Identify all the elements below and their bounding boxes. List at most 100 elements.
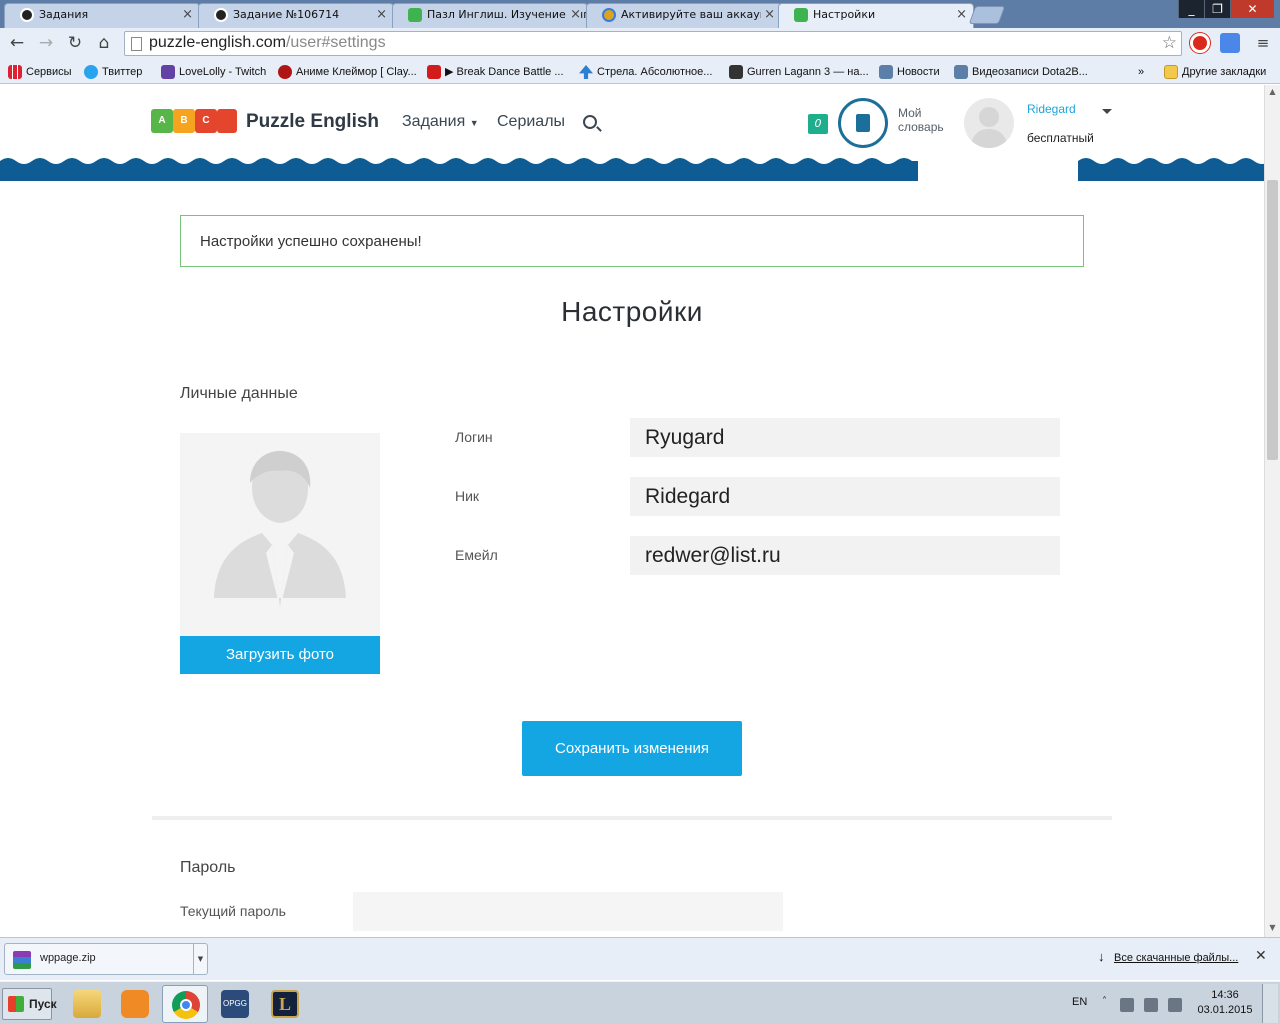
logo-piece-a: A [151, 109, 173, 133]
search-icon[interactable] [583, 115, 597, 129]
page-icon [131, 37, 142, 51]
address-bar[interactable]: puzzle-english.com/user#settings ☆ [124, 31, 1182, 56]
address-url: puzzle-english.com/user#settings [149, 34, 386, 51]
success-alert: Настройки успешно сохранены! [180, 215, 1084, 267]
close-icon[interactable]: × [761, 7, 775, 22]
bookmark-services[interactable]: Сервисы [8, 63, 72, 81]
minimize-icon[interactable]: _ [1178, 0, 1204, 18]
taskbar-opgg[interactable]: OPGG [212, 985, 258, 1023]
logo-piece-d [217, 109, 237, 133]
folder-icon [1164, 65, 1178, 79]
close-icon[interactable]: ✕ [1255, 948, 1267, 964]
save-changes-button[interactable]: Сохранить изменения [522, 721, 742, 776]
dictionary-count-badge: 0 [808, 114, 828, 134]
close-icon[interactable]: × [567, 7, 581, 22]
maximize-icon[interactable]: ❐ [1204, 0, 1230, 18]
window-close-icon[interactable]: ✕ [1230, 0, 1274, 18]
download-item[interactable]: wppage.zip ▼ [4, 943, 208, 975]
system-clock[interactable]: 14:36 03.01.2015 [1195, 988, 1255, 1018]
volume-icon[interactable] [1168, 998, 1182, 1012]
scrollbar-thumb[interactable] [1267, 180, 1278, 460]
upload-photo-button[interactable]: Загрузить фото [180, 636, 380, 674]
taskbar-chrome[interactable] [162, 985, 208, 1023]
bookmark-anime[interactable]: Аниме Клеймор [ Clay... [278, 63, 417, 81]
tab-label: Задание №106714 [233, 8, 340, 21]
page-viewport: A B C Puzzle English Задания ▼ Сериалы 0… [0, 85, 1264, 937]
bookmark-arrow[interactable]: Стрела. Абсолютное... [579, 63, 712, 81]
dictionary-button[interactable] [838, 98, 888, 148]
bookmark-twitch[interactable]: LoveLolly - Twitch [161, 63, 266, 81]
bookmark-twitter[interactable]: Твиттер [84, 63, 142, 81]
bookmark-news[interactable]: Новости [879, 63, 940, 81]
bookmark-other[interactable]: Другие закладки [1164, 63, 1266, 81]
login-field[interactable] [630, 418, 1060, 457]
keyboard-language[interactable]: EN [1072, 996, 1087, 1008]
email-field[interactable] [630, 536, 1060, 575]
user-avatar[interactable] [964, 98, 1014, 148]
menu-icon[interactable]: ≡ [1252, 32, 1274, 54]
tab-label: Задания [39, 8, 89, 21]
home-icon[interactable]: ⌂ [93, 32, 115, 54]
all-downloads-link[interactable]: Все скачанные файлы... [1098, 949, 1238, 964]
tab-task-106714[interactable]: Задание №106714 × [198, 3, 394, 28]
close-icon[interactable]: × [956, 7, 967, 22]
vk-icon [879, 65, 893, 79]
league-icon: L [271, 990, 299, 1018]
window-controls: _ ❐ ✕ [1178, 0, 1274, 18]
bookmark-star-icon[interactable]: ☆ [1162, 33, 1177, 53]
translate-icon[interactable] [1220, 33, 1240, 53]
devices-icon[interactable] [1144, 998, 1158, 1012]
show-desktop-button[interactable] [1262, 984, 1278, 1023]
nick-field[interactable] [630, 477, 1060, 516]
bookmarks-bar: Сервисы Твиттер LoveLolly - Twitch Аниме… [0, 60, 1280, 84]
network-error-icon[interactable] [1120, 998, 1134, 1012]
scroll-up-icon[interactable]: ▲ [1267, 87, 1278, 99]
nick-label: Ник [455, 488, 480, 504]
adblock-icon[interactable] [1190, 33, 1210, 53]
explorer-icon [73, 990, 101, 1018]
logo-piece-c: C [195, 109, 217, 133]
current-password-label: Текущий пароль [180, 903, 286, 919]
user-silhouette-icon [214, 450, 346, 608]
tab-label: Пазл Инглиш. Изучение анг [427, 8, 588, 21]
new-tab-button[interactable] [968, 6, 1006, 24]
scroll-down-icon[interactable]: ▼ [1267, 923, 1278, 935]
anime-icon [278, 65, 292, 79]
chevron-down-icon[interactable]: ▼ [193, 944, 207, 974]
user-name-link[interactable]: Ridegard [1027, 102, 1076, 116]
tray-expand-icon[interactable]: ˄ [1102, 996, 1107, 1007]
close-icon[interactable]: × [182, 7, 193, 22]
taskbar-media-player[interactable] [112, 985, 158, 1023]
nav-tasks[interactable]: Задания ▼ [402, 113, 479, 131]
page-scrollbar[interactable]: ▲ ▼ [1264, 85, 1280, 937]
bookmark-videos[interactable]: Видеозаписи Dota2B... [954, 63, 1088, 81]
tab-puzzle-english[interactable]: Пазл Инглиш. Изучение анг × [392, 3, 588, 28]
page-title: Настройки [561, 296, 703, 327]
personal-data-title: Личные данные [180, 385, 298, 402]
close-icon[interactable]: × [376, 7, 387, 22]
site-logo-text[interactable]: Puzzle English [246, 111, 379, 133]
tab-settings[interactable]: Настройки × [778, 3, 974, 28]
nav-series[interactable]: Сериалы [497, 113, 565, 131]
chrome-center-icon [180, 999, 192, 1011]
bookmark-youtube[interactable]: ▶ Break Dance Battle ... [427, 63, 564, 81]
tab-tasks[interactable]: Задания × [4, 3, 200, 28]
bookmarks-more[interactable]: » [1138, 63, 1144, 81]
user-menu-caret-icon[interactable] [1102, 109, 1112, 114]
taskbar-league[interactable]: L [262, 985, 308, 1023]
caret-down-icon: ▼ [469, 118, 479, 128]
current-password-field[interactable] [353, 892, 783, 931]
start-button[interactable]: Пуск [2, 988, 57, 1020]
bookmark-gurren-lagann[interactable]: Gurren Lagann 3 — на... [729, 63, 869, 81]
opgg-icon: OPGG [221, 990, 249, 1018]
twitter-icon [84, 65, 98, 79]
logo-piece-b: B [173, 109, 195, 133]
forward-arrow-icon[interactable]: → [35, 32, 57, 54]
tab-activate-account[interactable]: Активируйте ваш аккаунт × [586, 3, 782, 28]
browser-tab-strip: Задания × Задание №106714 × Пазл Инглиш.… [0, 0, 1280, 28]
reload-icon[interactable]: ↻ [64, 32, 86, 54]
site-logo[interactable]: A B C [151, 106, 239, 136]
dictionary-label[interactable]: Мой словарь [898, 106, 958, 134]
taskbar-explorer[interactable] [64, 985, 110, 1023]
back-arrow-icon[interactable]: ← [6, 32, 28, 54]
